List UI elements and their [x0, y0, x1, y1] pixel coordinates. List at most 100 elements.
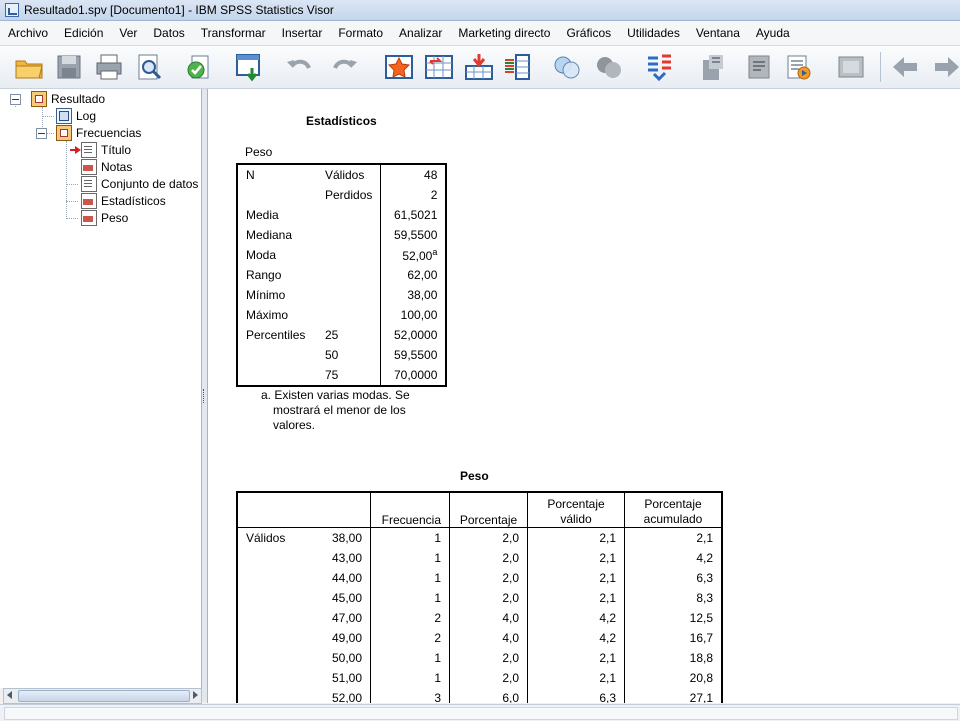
- freq-frecuencia: 1: [370, 648, 450, 668]
- log-icon: [56, 108, 72, 124]
- menu-insertar[interactable]: Insertar: [274, 26, 331, 40]
- statistics-row-sublabel: [317, 305, 381, 325]
- freq-porcentaje-valido: 6,3: [527, 688, 625, 703]
- menu-transformar[interactable]: Transformar: [193, 26, 274, 40]
- statistics-value-text: 48: [424, 168, 438, 182]
- tree-item-resultado[interactable]: Resultado: [31, 91, 105, 107]
- frequency-table-icon: [81, 210, 97, 226]
- menu-marketing-directo[interactable]: Marketing directo: [450, 26, 558, 40]
- frequency-row: 47,00 2 4,0 4,2 12,5: [236, 608, 723, 628]
- open-folder-icon[interactable]: [14, 52, 44, 82]
- freq-porcentaje-acumulado: 8,3: [624, 588, 723, 608]
- freq-porcentaje-acumulado: 12,5: [624, 608, 723, 628]
- freq-header-porcentaje-acumulado-line1: Porcentaje: [644, 497, 702, 511]
- scroll-left-icon[interactable]: [7, 691, 12, 699]
- menu-edicion[interactable]: Edición: [56, 26, 111, 40]
- collapse-toggle-resultado[interactable]: [10, 94, 21, 105]
- script-icon[interactable]: [784, 52, 814, 82]
- statistics-value-text: 61,5021: [393, 208, 438, 222]
- dataset-doc-icon: [81, 176, 97, 192]
- statistics-row: Percentiles 25 52,0000: [236, 325, 448, 345]
- menu-ventana[interactable]: Ventana: [688, 26, 748, 40]
- output-book-icon: [31, 91, 47, 107]
- tree-item-conjunto-de-datos[interactable]: Conjunto de datos: [81, 176, 198, 192]
- save-icon[interactable]: [54, 52, 84, 82]
- freq-porcentaje-valido: 2,1: [527, 568, 625, 588]
- statistics-row-label: [236, 365, 317, 387]
- tree-item-label: Notas: [101, 160, 133, 174]
- statistics-row-label: Media: [236, 205, 317, 225]
- freq-header-porcentaje: Porcentaje: [449, 491, 528, 528]
- freq-porcentaje-acumulado: 20,8: [624, 668, 723, 688]
- undo-icon[interactable]: [284, 52, 314, 82]
- freq-frecuencia: 2: [370, 628, 450, 648]
- statistics-row-label: Rango: [236, 265, 317, 285]
- menu-formato[interactable]: Formato: [330, 26, 391, 40]
- tree-item-titulo[interactable]: Título: [81, 142, 131, 158]
- collapse-icon[interactable]: [836, 52, 866, 82]
- promote-icon[interactable]: [744, 52, 774, 82]
- back-icon[interactable]: [890, 52, 920, 82]
- variables-icon[interactable]: [502, 52, 532, 82]
- footnote-marker: a: [432, 247, 438, 257]
- freq-porcentaje-valido: 2,1: [527, 527, 625, 548]
- outline-horizontal-scrollbar[interactable]: [3, 688, 202, 704]
- freq-group-label: [236, 668, 314, 688]
- tree-connector: [66, 141, 67, 219]
- statistics-value-text: 70,0000: [393, 368, 438, 382]
- statistics-row-sublabel: [317, 265, 381, 285]
- freq-porcentaje: 2,0: [449, 527, 528, 548]
- insert-cases-icon[interactable]: [464, 52, 494, 82]
- menu-ayuda[interactable]: Ayuda: [748, 26, 798, 40]
- freq-porcentaje-acumulado: 2,1: [624, 527, 723, 548]
- scrollbar-thumb[interactable]: [18, 690, 190, 702]
- export-icon[interactable]: [184, 52, 214, 82]
- collapse-toggle-frecuencias[interactable]: [36, 128, 47, 139]
- forward-icon[interactable]: [932, 52, 960, 82]
- statistics-row-value: 2: [380, 185, 448, 205]
- freq-header-porcentaje-acumulado: Porcentaje acumulado: [624, 491, 723, 528]
- menu-graficos[interactable]: Gráficos: [558, 26, 619, 40]
- statistics-row-label: [236, 185, 317, 205]
- statistics-table[interactable]: N Válidos 48 Perdidos 2 Media 61,5021 Mediana 59…: [236, 163, 448, 387]
- status-bar: [0, 704, 960, 721]
- output-content-pane: Estadísticos Peso N Válidos 48 Perdidos 2 Med…: [207, 89, 960, 703]
- tree-item-peso[interactable]: Peso: [81, 210, 128, 226]
- menu-analizar[interactable]: Analizar: [391, 26, 450, 40]
- statistics-row: Rango 62,00: [236, 265, 448, 285]
- menu-ver[interactable]: Ver: [111, 26, 145, 40]
- statistics-row-sublabel: 25: [325, 328, 339, 342]
- freq-porcentaje-valido: 4,2: [527, 608, 625, 628]
- tree-item-notas[interactable]: Notas: [81, 159, 132, 175]
- tree-item-estadisticos[interactable]: Estadísticos: [81, 193, 166, 209]
- tree-item-label: Título: [101, 143, 132, 157]
- frequency-row: 43,00 1 2,0 2,1 4,2: [236, 548, 723, 568]
- select-cases-icon[interactable]: [644, 52, 674, 82]
- freq-value: 45,00: [331, 591, 362, 605]
- hide-icon[interactable]: [594, 52, 624, 82]
- statistics-footnote-2: mostrará el menor de los: [273, 403, 406, 417]
- menu-archivo[interactable]: Archivo: [0, 26, 56, 40]
- freq-group-label: [236, 608, 314, 628]
- statistics-variable-label: Peso: [245, 145, 273, 159]
- goto-variable-icon[interactable]: [424, 52, 454, 82]
- scroll-right-icon[interactable]: [193, 691, 198, 699]
- print-icon[interactable]: [94, 52, 124, 82]
- redo-icon[interactable]: [330, 52, 360, 82]
- goto-case-icon[interactable]: [384, 52, 414, 82]
- freq-header-porcentaje-valido-line1: Porcentaje: [547, 497, 605, 511]
- show-all-icon[interactable]: [552, 52, 582, 82]
- designate-window-icon[interactable]: [698, 52, 728, 82]
- menu-utilidades[interactable]: Utilidades: [619, 26, 688, 40]
- outline-pane: Resultado Log Frecuencias Título Notas C…: [0, 89, 202, 688]
- menu-datos[interactable]: Datos: [145, 26, 192, 40]
- tree-item-frecuencias[interactable]: Frecuencias: [56, 125, 141, 141]
- tree-item-label: Log: [76, 109, 97, 123]
- frequency-table[interactable]: Frecuencia Porcentaje Porcentaje válido P…: [236, 491, 723, 703]
- print-preview-icon[interactable]: [134, 52, 164, 82]
- tree-item-log[interactable]: Log: [56, 108, 96, 124]
- goto-data-icon[interactable]: [234, 52, 264, 82]
- freq-frecuencia: 1: [370, 668, 450, 688]
- statistics-row-value: 70,0000: [380, 365, 448, 387]
- tree-connector: [66, 184, 78, 185]
